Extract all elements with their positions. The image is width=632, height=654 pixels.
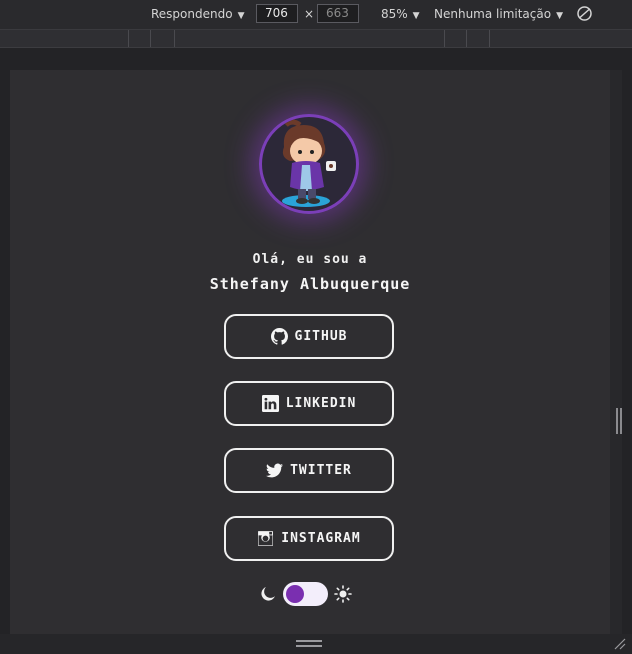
greeting-text: Olá, eu sou a	[252, 252, 368, 267]
ruler-tick	[150, 30, 151, 47]
zoom-label: 85%	[381, 7, 408, 21]
device-mode-label: Respondendo	[151, 7, 233, 21]
linkedin-button[interactable]: LINKEDIN	[224, 381, 394, 426]
github-label: GITHUB	[294, 329, 348, 344]
resize-grip	[616, 408, 618, 434]
resize-grip	[296, 645, 322, 647]
sun-icon	[334, 585, 352, 603]
linkedin-icon	[261, 395, 279, 412]
ruler-tick	[444, 30, 445, 47]
width-input[interactable]: 706	[256, 4, 298, 23]
resize-grip	[620, 408, 622, 434]
ruler-tick	[174, 30, 175, 47]
profile-name: Sthefany Albuquerque	[209, 275, 411, 293]
ruler-tick	[128, 30, 129, 47]
chevron-down-icon: ▼	[556, 11, 563, 21]
twitter-icon	[266, 463, 284, 478]
avatar-illustration	[282, 119, 336, 207]
resize-grip	[296, 640, 322, 642]
devtools-device-toolbar: Respondendo ▼ 706 × 663 85% ▼ Nenhuma limi…	[0, 0, 632, 30]
theme-toggle[interactable]	[283, 582, 328, 606]
throttling-label: Nenhuma limitação	[434, 7, 552, 21]
media-query-ruler[interactable]	[0, 30, 632, 48]
instagram-label: INSTAGRAM	[281, 531, 361, 546]
viewport-resize-handle-bottom[interactable]	[0, 634, 632, 654]
chevron-down-icon: ▼	[412, 11, 420, 21]
avatar-frame	[259, 114, 359, 214]
github-button[interactable]: GITHUB	[224, 314, 394, 359]
device-mode-dropdown[interactable]: Respondendo ▼	[151, 7, 244, 21]
chevron-down-icon: ▼	[237, 11, 245, 21]
github-icon	[270, 328, 288, 345]
instagram-button[interactable]: INSTAGRAM	[224, 516, 394, 561]
height-input[interactable]: 663	[317, 4, 359, 23]
twitter-label: TWITTER	[290, 463, 352, 478]
ruler-tick	[466, 30, 467, 47]
linkedin-label: LINKEDIN	[285, 396, 357, 411]
toggle-knob	[286, 585, 304, 603]
ruler-tick	[489, 30, 490, 47]
rotate-icon[interactable]	[576, 5, 593, 22]
corner-resize-icon[interactable]	[614, 638, 626, 650]
avatar	[259, 114, 359, 214]
viewport-resize-handle-right[interactable]	[610, 70, 622, 634]
twitter-button[interactable]: TWITTER	[224, 448, 394, 493]
instagram-icon	[258, 531, 274, 546]
emulated-viewport: Olá, eu sou a Sthefany Albuquerque GITHU…	[10, 70, 610, 634]
times-sign: ×	[304, 7, 315, 21]
zoom-dropdown[interactable]: 85% ▼	[381, 7, 420, 21]
moon-icon	[261, 587, 275, 601]
throttling-dropdown[interactable]: Nenhuma limitação ▼	[434, 7, 563, 21]
